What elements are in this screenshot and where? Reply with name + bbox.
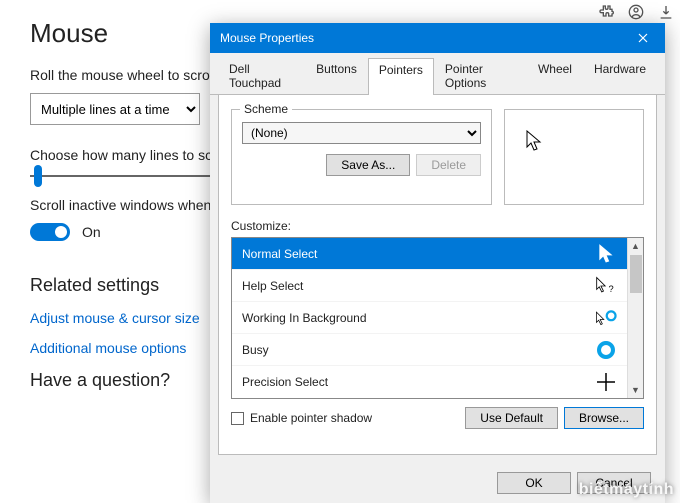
inactive-toggle[interactable] bbox=[30, 223, 70, 241]
customize-list: Normal Select Help Select ? Working In B… bbox=[231, 237, 644, 399]
wheel-scroll-select[interactable]: Multiple lines at a time bbox=[30, 93, 200, 125]
list-item-help-select[interactable]: Help Select ? bbox=[232, 270, 627, 302]
dialog-titlebar[interactable]: Mouse Properties bbox=[210, 23, 665, 53]
use-default-button[interactable]: Use Default bbox=[465, 407, 558, 429]
ok-button[interactable]: OK bbox=[497, 472, 571, 494]
dialog-footer: OK Cancel bbox=[210, 463, 665, 503]
list-item-precision-select[interactable]: Precision Select bbox=[232, 366, 627, 398]
cursor-precision-icon bbox=[595, 371, 617, 393]
list-item-working-background[interactable]: Working In Background bbox=[232, 302, 627, 334]
tab-pointers[interactable]: Pointers bbox=[368, 58, 434, 95]
cursor-normal-icon bbox=[595, 243, 617, 265]
account-icon[interactable] bbox=[628, 4, 644, 20]
extensions-icon[interactable] bbox=[598, 4, 614, 20]
scheme-select[interactable]: (None) bbox=[242, 122, 481, 144]
close-button[interactable] bbox=[620, 23, 665, 53]
scroll-down-icon[interactable]: ▼ bbox=[628, 382, 644, 398]
save-as-button[interactable]: Save As... bbox=[326, 154, 410, 176]
delete-button: Delete bbox=[416, 154, 481, 176]
mouse-properties-dialog: Mouse Properties Dell Touchpad Buttons P… bbox=[210, 23, 665, 503]
tab-strip: Dell Touchpad Buttons Pointers Pointer O… bbox=[210, 53, 665, 95]
toggle-state-text: On bbox=[82, 224, 101, 240]
browser-toolbar bbox=[598, 4, 674, 20]
customize-label: Customize: bbox=[231, 219, 644, 233]
download-icon[interactable] bbox=[658, 4, 674, 20]
tab-pointer-options[interactable]: Pointer Options bbox=[434, 57, 527, 94]
scheme-group: Scheme (None) Save As... Delete bbox=[231, 109, 492, 205]
scroll-thumb[interactable] bbox=[630, 255, 642, 293]
list-scrollbar[interactable]: ▲ ▼ bbox=[627, 238, 643, 398]
list-item-normal-select[interactable]: Normal Select bbox=[232, 238, 627, 270]
scroll-up-icon[interactable]: ▲ bbox=[628, 238, 644, 254]
cursor-preview bbox=[504, 109, 644, 205]
dialog-title: Mouse Properties bbox=[220, 31, 314, 45]
pointer-shadow-checkbox[interactable]: Enable pointer shadow bbox=[231, 411, 372, 425]
checkbox-icon[interactable] bbox=[231, 412, 244, 425]
cursor-busy-icon bbox=[595, 339, 617, 361]
dialog-body: Scheme (None) Save As... Delete Customiz… bbox=[218, 95, 657, 455]
scheme-legend: Scheme bbox=[240, 102, 292, 116]
cancel-button[interactable]: Cancel bbox=[577, 472, 651, 494]
list-item-busy[interactable]: Busy bbox=[232, 334, 627, 366]
tab-hardware[interactable]: Hardware bbox=[583, 57, 657, 94]
tab-wheel[interactable]: Wheel bbox=[527, 57, 583, 94]
slider-thumb[interactable] bbox=[34, 165, 42, 187]
svg-text:?: ? bbox=[609, 283, 614, 293]
browse-button[interactable]: Browse... bbox=[564, 407, 644, 429]
tab-buttons[interactable]: Buttons bbox=[305, 57, 368, 94]
tab-dell-touchpad[interactable]: Dell Touchpad bbox=[218, 57, 305, 94]
cursor-help-icon: ? bbox=[595, 275, 617, 297]
cursor-working-icon bbox=[595, 307, 617, 329]
